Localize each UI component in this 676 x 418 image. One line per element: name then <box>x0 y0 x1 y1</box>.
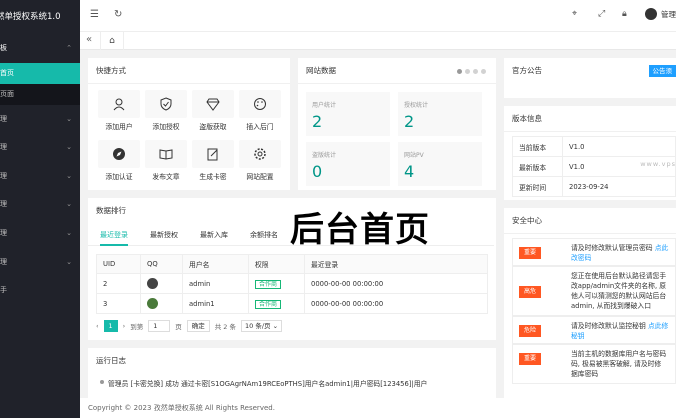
quick-site-config[interactable]: 网站配置 <box>239 140 281 184</box>
sidebar-item-3[interactable]: 理 ⌄ <box>0 162 80 191</box>
security-badge: 危险 <box>519 325 541 337</box>
fix-link[interactable]: 点此 <box>655 244 669 252</box>
role-badge: 合作商 <box>255 280 282 289</box>
stat-users: 用户统计 2 <box>306 92 390 136</box>
security-item: 危险 请及时修改默认监控秘钥 点此修 秘钥 <box>512 316 676 344</box>
chevron-down-icon: ⌄ <box>66 143 72 152</box>
security-item: 重要 请及时修改默认管理员密码 点此 改密码 <box>512 238 676 266</box>
pagination: ‹ 1 › 到第 1 页 确定 共 2 条 10 条/页 ⌄ <box>96 320 283 332</box>
stat-pv: 网站PV 4 <box>398 142 482 186</box>
refresh-icon[interactable]: ↻ <box>114 9 122 20</box>
goto-confirm-button[interactable]: 确定 <box>186 320 210 332</box>
quick-publish[interactable]: 发布文章 <box>145 140 187 184</box>
stats-carousel-dots[interactable] <box>457 69 486 74</box>
quick-title: 快捷方式 <box>88 58 290 84</box>
page-heading-overlay: 后台首页 <box>290 210 430 250</box>
avatar <box>147 278 158 289</box>
user-menu[interactable]: 管理 <box>645 8 676 20</box>
rank-table: UID QQ 用户名 权限 最近登录 2 admin 合作商 0000-00-0… <box>96 254 488 314</box>
sidebar-item-6[interactable]: 理 ⌄ <box>0 248 80 277</box>
fix-link[interactable]: 点此修 <box>648 322 668 330</box>
edit-icon <box>207 148 218 161</box>
chevron-down-icon: ⌄ <box>66 257 72 266</box>
home-icon: ⌂ <box>109 36 115 46</box>
sidebar-item-5[interactable]: 理 ⌄ <box>0 219 80 248</box>
sidebar-item-4[interactable]: 理 ⌄ <box>0 190 80 219</box>
quick-gen-card[interactable]: 生成卡密 <box>192 140 234 184</box>
security-badge: 重要 <box>519 247 541 259</box>
quick-card: 快捷方式 添加用户 添加授权 盗版获取 插入后门 添加认证 发布文章 生成卡密 … <box>88 58 290 190</box>
total-count: 共 2 条 <box>214 323 236 331</box>
stat-auth: 授权统计 2 <box>398 92 482 136</box>
watermark: www.vps <box>640 160 676 168</box>
sidebar-item-home[interactable]: 首页 <box>0 62 80 84</box>
notice-card: 官方公告 公告须 <box>504 58 676 98</box>
tab-bar: « ⌂ <box>80 32 676 50</box>
chevron-down-icon: ⌄ <box>66 200 72 209</box>
tab-latest-auth[interactable]: 最新授权 <box>150 224 178 246</box>
tab-latest-stock[interactable]: 最新入库 <box>200 224 228 246</box>
quick-add-cert[interactable]: 添加认证 <box>98 140 140 184</box>
footer: Copyright © 2023 孜然单授权系统 All Rights Rese… <box>80 398 676 418</box>
log-entry: 管理员 [卡密兑换] 成功 通过卡密[S1OGAgrNAm19RCEoPTHS]… <box>100 378 427 388</box>
diamond-icon <box>206 98 220 111</box>
sidebar-item-2[interactable]: 理 ⌄ <box>0 133 80 162</box>
fullscreen-icon[interactable]: ⤢ <box>598 9 605 19</box>
security-card: 安全中心 重要 请及时修改默认管理员密码 点此 改密码 高危 您正在使用后台默认路… <box>504 208 676 398</box>
tab-home[interactable]: ⌂ <box>100 32 124 50</box>
palette-icon <box>254 98 266 110</box>
sidebar-section-dashboard[interactable]: 板 ⌃ <box>0 34 80 63</box>
quick-backdoor[interactable]: 插入后门 <box>239 90 281 134</box>
stat-piracy: 盗版统计 0 <box>306 142 390 186</box>
top-header: ☰ ↻ ⌖ ⤢ 🔒︎ 管理 <box>80 0 676 32</box>
user-icon <box>113 98 125 111</box>
security-item: 高危 您正在使用后台默认路径请您手 改app/admin文件夹的名称, 原他人可以… <box>512 266 676 316</box>
next-page-icon[interactable]: › <box>123 322 126 330</box>
compass-icon <box>113 148 125 160</box>
tab-recent-login[interactable]: 最近登录 <box>100 224 128 246</box>
stats-card: 网站数据 用户统计 2 授权统计 2 盗版统计 0 网站PV 4 <box>298 58 496 190</box>
app-title: 然单授权系统1.0 <box>0 12 61 22</box>
chevron-down-icon: ⌄ <box>66 171 72 180</box>
tabs-prev-icon[interactable]: « <box>86 34 92 45</box>
security-title: 安全中心 <box>504 208 676 234</box>
log-title: 运行日志 <box>96 356 126 365</box>
prev-page-icon[interactable]: ‹ <box>96 322 99 330</box>
table-row: 2 admin 合作商 0000-00-00 00:00:00 <box>96 273 488 294</box>
table-row: 3 admin1 合作商 0000-00-00 00:00:00 <box>96 293 488 314</box>
chevron-up-icon: ⌃ <box>66 44 72 52</box>
page-size-select[interactable]: 10 条/页 ⌄ <box>241 320 283 332</box>
log-card: 运行日志 管理员 [卡密兑换] 成功 通过卡密[S1OGAgrNAm19RCEo… <box>88 348 496 398</box>
avatar <box>147 298 158 309</box>
chevron-down-icon: ⌄ <box>66 114 72 123</box>
tab-balance-rank[interactable]: 余额排名 <box>250 224 278 246</box>
chevron-down-icon: ⌄ <box>66 228 72 237</box>
sidebar-item-page[interactable]: 页面 <box>0 83 80 105</box>
shield-icon <box>160 97 172 111</box>
quick-piracy[interactable]: 盗版获取 <box>192 90 234 134</box>
role-badge: 合作商 <box>255 300 282 309</box>
version-card: 版本信息 当前版本 V1.0 最新版本 V1.0 更新时间 2023-09-24 ww… <box>504 106 676 200</box>
menu-toggle-icon[interactable]: ☰ <box>90 9 99 20</box>
goto-page-input[interactable]: 1 <box>148 320 171 332</box>
quick-add-auth[interactable]: 添加授权 <box>145 90 187 134</box>
version-title: 版本信息 <box>504 106 676 132</box>
tag-icon[interactable]: ⌖ <box>572 9 577 19</box>
security-item: 重要 当前主机的数据库用户名与密码 码, 极易被黑客破解, 请及时修 据库密码 <box>512 344 676 384</box>
notice-button[interactable]: 公告须 <box>648 65 676 77</box>
sidebar-item-1[interactable]: 理 ⌄ <box>0 105 80 134</box>
security-badge: 高危 <box>519 286 541 298</box>
avatar <box>645 8 657 20</box>
sidebar: 然单授权系统1.0 板 ⌃ 首页 页面 理 ⌄ 理 ⌄ 理 ⌄ 理 ⌄ 理 ⌄ 理 ⌄ 手 <box>0 0 80 418</box>
page-current[interactable]: 1 <box>103 320 118 332</box>
sidebar-item-7[interactable]: 手 <box>0 276 80 305</box>
lock-icon[interactable]: 🔒︎ <box>622 9 627 19</box>
user-name: 管理 <box>661 9 676 19</box>
gear-icon <box>254 148 266 160</box>
book-icon <box>159 149 173 160</box>
security-badge: 重要 <box>519 353 541 365</box>
quick-add-user[interactable]: 添加用户 <box>98 90 140 134</box>
